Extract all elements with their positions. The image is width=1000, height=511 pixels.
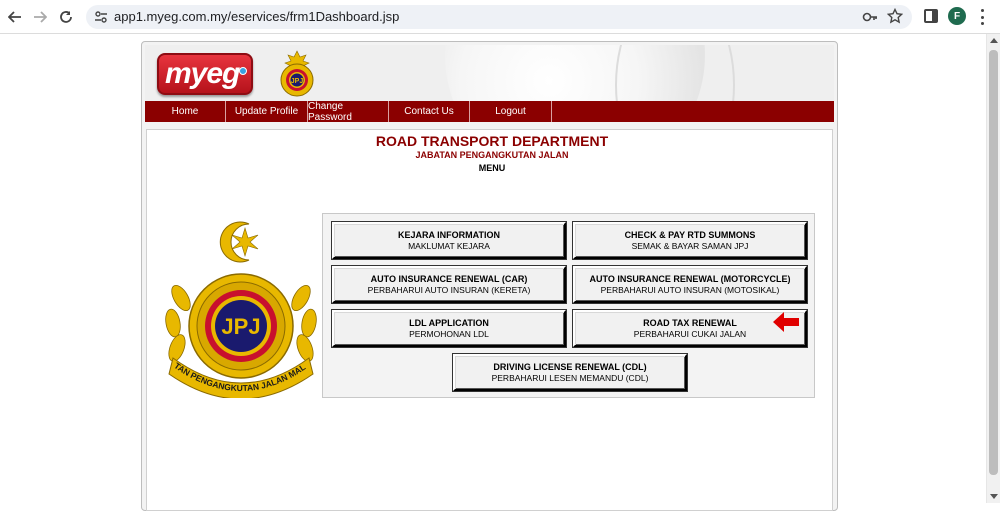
jpj-crest-small-icon: JPJ: [280, 50, 314, 97]
myeg-logo[interactable]: myeg: [157, 53, 253, 95]
scroll-thumb[interactable]: [989, 50, 998, 475]
auto-insurance-car-button[interactable]: AUTO INSURANCE RENEWAL (CAR) PERBAHARUI …: [332, 266, 566, 303]
address-bar[interactable]: app1.myeg.com.my/eservices/frm1Dashboard…: [86, 5, 912, 29]
check-pay-summons-button[interactable]: CHECK & PAY RTD SUMMONS SEMAK & BAYAR SA…: [573, 222, 807, 259]
forward-icon[interactable]: [30, 7, 50, 27]
page-scrollbar[interactable]: [986, 34, 1000, 503]
main-content: ROAD TRANSPORT DEPARTMENT JABATAN PENGAN…: [146, 129, 833, 511]
reload-icon[interactable]: [56, 7, 76, 27]
kejara-information-button[interactable]: KEJARA INFORMATION MAKLUMAT KEJARA: [332, 222, 566, 259]
site-info-icon[interactable]: [94, 10, 108, 24]
svg-text:JPJ: JPJ: [221, 314, 260, 339]
red-arrow-icon: [773, 312, 799, 332]
scroll-down-icon[interactable]: [990, 494, 998, 499]
site-nav: Home Update Profile Change Password Cont…: [145, 101, 834, 123]
jpj-crest-icon: JPJ JABATAN PENGANGKUTAN JALAN MALAYSIA: [161, 218, 317, 398]
nav-logout[interactable]: Logout: [470, 101, 552, 122]
page-subtitle: JABATAN PENGANGKUTAN JALAN: [415, 150, 569, 160]
header-banner: myeg JPJ: [145, 45, 834, 103]
nav-update-profile[interactable]: Update Profile: [226, 101, 308, 122]
browser-toolbar: app1.myeg.com.my/eservices/frm1Dashboard…: [0, 0, 1000, 34]
url-text[interactable]: app1.myeg.com.my/eservices/frm1Dashboard…: [114, 9, 399, 24]
star-icon[interactable]: [887, 8, 903, 24]
back-icon[interactable]: [5, 7, 25, 27]
scroll-up-icon[interactable]: [990, 38, 998, 43]
profile-avatar[interactable]: F: [948, 7, 966, 25]
nav-change-password[interactable]: Change Password: [308, 101, 389, 123]
site-frame: myeg JPJ Home Update Profile Change Pass…: [141, 41, 838, 511]
svg-text:JPJ: JPJ: [291, 78, 304, 85]
kebab-menu-icon[interactable]: [979, 9, 985, 25]
nav-contact-us[interactable]: Contact Us: [389, 101, 470, 122]
page-title: ROAD TRANSPORT DEPARTMENT: [375, 133, 609, 149]
key-icon[interactable]: [862, 10, 878, 24]
auto-insurance-motorcycle-button[interactable]: AUTO INSURANCE RENEWAL (MOTORCYCLE) PERB…: [573, 266, 807, 303]
nav-home[interactable]: Home: [145, 101, 226, 122]
menu-heading: MENU: [478, 163, 506, 173]
driving-license-renewal-button[interactable]: DRIVING LICENSE RENEWAL (CDL) PERBAHARUI…: [453, 354, 687, 391]
ldl-application-button[interactable]: LDL APPLICATION PERMOHONAN LDL: [332, 310, 566, 347]
menu-panel: KEJARA INFORMATION MAKLUMAT KEJARA CHECK…: [322, 213, 815, 398]
side-panel-icon[interactable]: [924, 9, 938, 23]
